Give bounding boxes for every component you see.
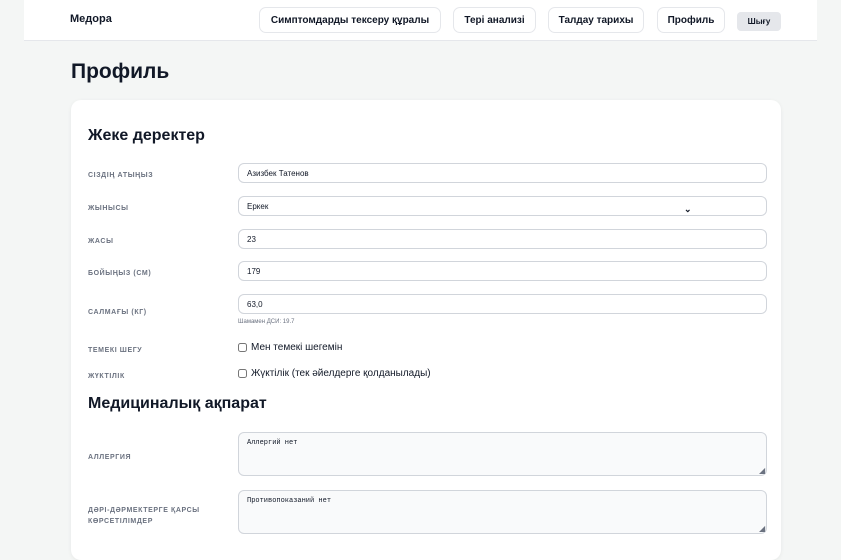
bmi-hint: Шамамен ДСИ: 19.7 [238, 319, 295, 325]
personal-data-heading: Жеке деректер [88, 127, 205, 144]
resize-handle-icon[interactable]: ◢ [759, 524, 765, 533]
allergy-label: Аллергия [88, 454, 132, 461]
nav-history-button[interactable]: Талдау тарихы [548, 7, 644, 33]
age-label: Жасы [88, 238, 114, 245]
contraindications-label: Дәрі-дәрмектерге қарсы көрсетілімдер [88, 507, 200, 525]
nav-profile-button[interactable]: Профиль [657, 7, 725, 33]
resize-handle-icon[interactable]: ◢ [759, 466, 765, 475]
smoking-option-text: Мен темекі шегемін [251, 342, 343, 353]
gender-label: Жынысы [88, 205, 129, 212]
page-title: Профиль [71, 60, 170, 83]
height-input[interactable] [238, 261, 767, 281]
brand-logo[interactable]: Медора [70, 13, 112, 25]
smoking-label: Темекі шегу [88, 347, 143, 354]
weight-label: Салмағы (кг) [88, 309, 147, 316]
top-navigation-bar: Медора Симптомдарды тексеру құралы Тері … [24, 0, 817, 41]
pregnancy-option-text: Жүктілік (тек әйелдерге қолданылады) [251, 368, 431, 379]
contraindications-textarea[interactable]: Противопоказаний нет [238, 490, 767, 534]
name-input[interactable] [238, 163, 767, 183]
pregnancy-option[interactable]: Жүктілік (тек әйелдерге қолданылады) [238, 368, 431, 379]
nav-skin-analysis-button[interactable]: Тері анализі [453, 7, 536, 33]
nav-symptom-checker-button[interactable]: Симптомдарды тексеру құралы [259, 7, 441, 33]
chevron-down-icon: ⌄ [684, 204, 692, 214]
allergy-textarea[interactable]: Аллергий нет [238, 432, 767, 476]
logout-button[interactable]: Шығу [737, 12, 781, 31]
pregnancy-checkbox[interactable] [238, 369, 247, 378]
smoking-checkbox[interactable] [238, 343, 247, 352]
profile-card: Жеке деректер Сіздің атыңыз Жынысы Еркек… [71, 100, 781, 560]
weight-input[interactable] [238, 294, 767, 314]
height-label: Бойыңыз (см) [88, 270, 152, 277]
medical-info-heading: Медициналық ақпарат [88, 395, 267, 412]
age-input[interactable] [238, 229, 767, 249]
pregnancy-label: Жүктілік [88, 373, 125, 380]
name-label: Сіздің атыңыз [88, 172, 154, 179]
smoking-option[interactable]: Мен темекі шегемін [238, 342, 342, 353]
